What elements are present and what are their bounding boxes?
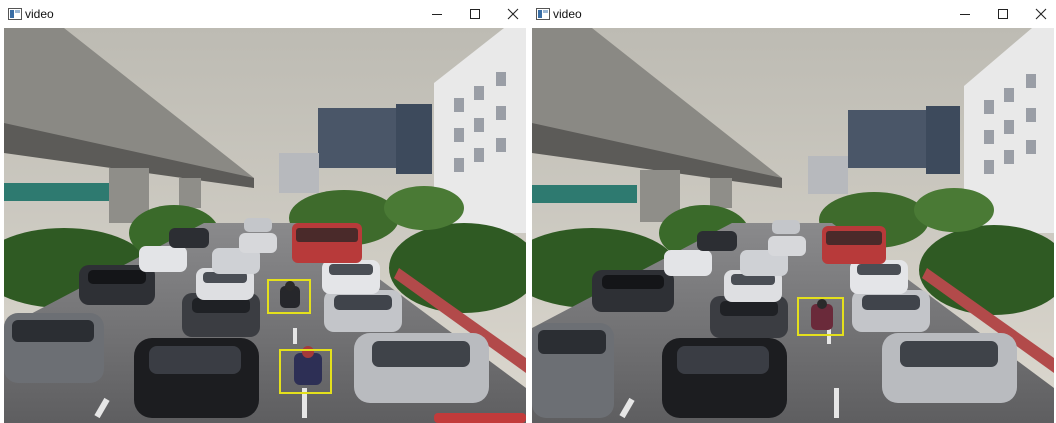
car <box>852 290 930 332</box>
maximize-icon <box>470 9 480 19</box>
car <box>239 233 277 253</box>
car <box>322 260 380 294</box>
minimize-button[interactable] <box>946 2 984 26</box>
title-bar[interactable]: video <box>0 0 528 28</box>
car <box>139 246 187 272</box>
car <box>4 313 104 383</box>
video-window-left: video <box>0 0 528 423</box>
close-icon <box>507 8 519 20</box>
maximize-button[interactable] <box>456 2 494 26</box>
car <box>354 333 489 403</box>
bus <box>822 226 886 264</box>
car <box>244 218 272 232</box>
car <box>772 220 800 234</box>
building <box>808 156 848 194</box>
car <box>324 290 402 332</box>
app-icon <box>8 8 22 20</box>
bus <box>292 223 362 263</box>
minimize-button[interactable] <box>418 2 456 26</box>
tree <box>914 188 994 232</box>
car <box>697 231 737 251</box>
video-window-right: video <box>528 0 1056 423</box>
maximize-icon <box>998 9 1008 19</box>
tree <box>384 186 464 230</box>
building <box>279 153 319 193</box>
office-building <box>926 106 960 174</box>
bridge-pillar <box>710 178 732 208</box>
overhead-sign <box>532 185 637 203</box>
office-building <box>318 108 400 168</box>
close-button[interactable] <box>1022 2 1056 26</box>
car <box>850 260 908 294</box>
car <box>134 338 259 418</box>
car <box>662 338 787 418</box>
car <box>768 236 806 256</box>
car <box>710 296 788 338</box>
car <box>882 333 1017 403</box>
car <box>532 323 614 418</box>
window-title: video <box>553 7 582 21</box>
video-frame <box>532 28 1054 423</box>
minimize-icon <box>432 14 442 15</box>
window-title: video <box>25 7 54 21</box>
overhead-sign <box>4 183 109 201</box>
car <box>434 413 526 423</box>
car <box>664 250 712 276</box>
maximize-button[interactable] <box>984 2 1022 26</box>
traffic-scene <box>4 28 526 423</box>
car <box>169 228 209 248</box>
office-building <box>396 104 432 174</box>
close-button[interactable] <box>494 2 532 26</box>
video-frame <box>4 28 526 423</box>
traffic-scene <box>532 28 1054 423</box>
title-bar[interactable]: video <box>528 0 1056 28</box>
app-icon <box>536 8 550 20</box>
minimize-icon <box>960 14 970 15</box>
car <box>592 270 674 312</box>
close-icon <box>1035 8 1047 20</box>
bridge-pillar <box>179 178 201 208</box>
office-building <box>848 110 930 168</box>
